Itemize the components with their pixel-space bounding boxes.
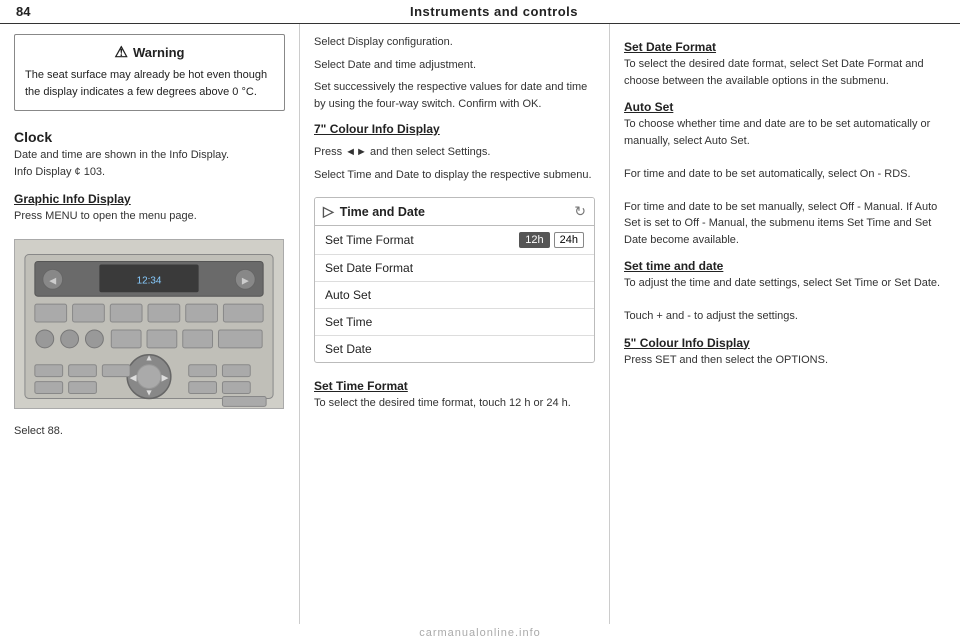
- right-heading-2: Set time and date: [624, 259, 946, 273]
- warning-title: ⚠ Warning: [25, 43, 274, 61]
- right-section-1: Auto Set To choose whether time and date…: [624, 94, 946, 248]
- time-format-buttons: 12h 24h: [519, 232, 584, 248]
- menu-item-set-time[interactable]: Set Time: [315, 309, 594, 336]
- warning-text: The seat surface may already be hot even…: [25, 67, 274, 100]
- svg-text:12:34: 12:34: [137, 275, 162, 286]
- set-time-format-section: Set Time Format To select the desired ti…: [314, 375, 595, 412]
- refresh-icon: ↻: [574, 203, 586, 220]
- colour-info-text-2: Select Time and Date to display the resp…: [314, 167, 595, 184]
- graphic-info-heading: Graphic Info Display: [14, 192, 285, 206]
- menu-item-date-format[interactable]: Set Date Format: [315, 255, 594, 282]
- middle-column: Select Display configuration. Select Dat…: [300, 24, 610, 642]
- btn-12h[interactable]: 12h: [519, 232, 549, 248]
- menu-card-header: ▷ Time and Date ↻: [315, 198, 594, 226]
- menu-item-label-set-date: Set Date: [325, 342, 372, 356]
- right-text-2: To adjust the time and date settings, se…: [624, 275, 946, 325]
- menu-item-label-auto-set: Auto Set: [325, 288, 371, 302]
- colour-info-heading: 7" Colour Info Display: [314, 122, 595, 136]
- warning-label: Warning: [133, 45, 185, 60]
- page-number: 84: [16, 4, 44, 19]
- menu-item-time-format: Set Time Format 12h 24h: [315, 226, 594, 255]
- clock-text: Date and time are shown in the Info Disp…: [14, 147, 285, 164]
- right-text-1: To choose whether time and date are to b…: [624, 116, 946, 248]
- right-column: Set Date Format To select the desired da…: [610, 24, 960, 642]
- warning-triangle-icon: ⚠: [115, 43, 128, 61]
- set-time-format-heading: Set Time Format: [314, 379, 595, 393]
- svg-text:▼: ▼: [145, 387, 154, 397]
- menu-item-label-date-format: Set Date Format: [325, 261, 413, 275]
- right-text-0: To select the desired date format, selec…: [624, 56, 946, 89]
- page-header: 84 Instruments and controls: [0, 0, 960, 24]
- menu-item-set-date[interactable]: Set Date: [315, 336, 594, 362]
- svg-text:◀: ◀: [130, 372, 137, 382]
- right-heading-0: Set Date Format: [624, 40, 946, 54]
- clock-ref: Info Display ¢ 103.: [14, 164, 285, 181]
- colour-info-text-1: Press ◄► and then select Settings.: [314, 144, 595, 161]
- right-text-3: Press SET and then select the OPTIONS.: [624, 352, 946, 369]
- middle-intro-2: Select Date and time adjustment.: [314, 57, 595, 74]
- menu-item-label-time-format: Set Time Format: [325, 233, 414, 247]
- right-heading-3: 5" Colour Info Display: [624, 336, 946, 350]
- graphic-info-section: Graphic Info Display Press MENU to open …: [14, 188, 285, 225]
- right-heading-1: Auto Set: [624, 100, 946, 114]
- car-panel-image: 12:34 ◀ ▶: [14, 239, 284, 409]
- middle-intro-1: Select Display configuration.: [314, 34, 595, 51]
- svg-text:◀: ◀: [49, 275, 56, 285]
- select-label: Select 88.: [14, 425, 285, 437]
- clock-heading: Clock: [14, 129, 285, 145]
- svg-text:▶: ▶: [242, 275, 249, 285]
- page-title: Instruments and controls: [44, 4, 944, 19]
- svg-text:▲: ▲: [145, 352, 154, 362]
- graphic-info-text: Press MENU to open the menu page.: [14, 208, 285, 225]
- btn-24h[interactable]: 24h: [554, 232, 584, 248]
- left-column: ⚠ Warning The seat surface may already b…: [0, 24, 300, 642]
- clock-section: Clock Date and time are shown in the Inf…: [14, 123, 285, 180]
- menu-item-auto-set[interactable]: Auto Set: [315, 282, 594, 309]
- middle-intro-3: Set successively the respective values f…: [314, 79, 595, 112]
- menu-icon: ▷: [323, 203, 334, 220]
- time-date-menu-card: ▷ Time and Date ↻ Set Time Format 12h 24…: [314, 197, 595, 363]
- page-body: ⚠ Warning The seat surface may already b…: [0, 24, 960, 642]
- right-section-2: Set time and date To adjust the time and…: [624, 253, 946, 325]
- svg-text:▶: ▶: [161, 372, 168, 382]
- menu-item-label-set-time: Set Time: [325, 315, 372, 329]
- warning-box: ⚠ Warning The seat surface may already b…: [14, 34, 285, 111]
- set-time-format-text: To select the desired time format, touch…: [314, 395, 595, 412]
- right-section-0: Set Date Format To select the desired da…: [624, 34, 946, 89]
- watermark: carmanualonline.info: [0, 624, 960, 642]
- right-section-3: 5" Colour Info Display Press SET and the…: [624, 330, 946, 369]
- menu-card-title: ▷ Time and Date: [323, 203, 425, 220]
